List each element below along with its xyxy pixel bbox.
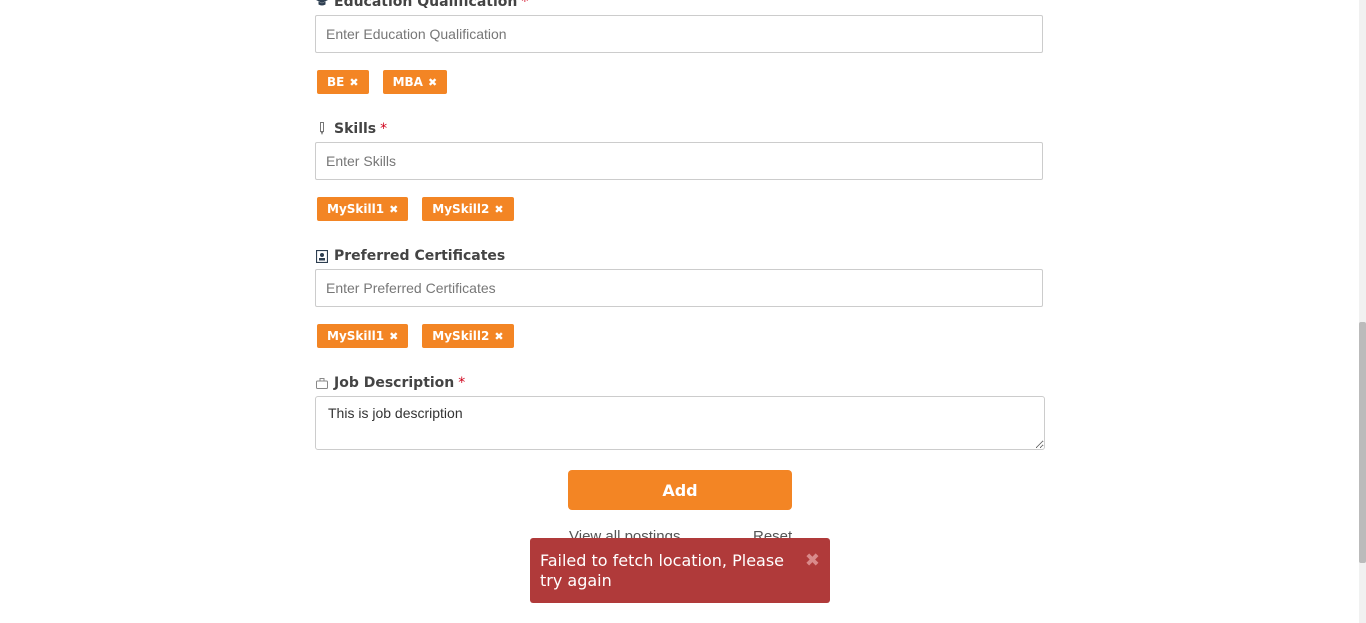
certificates-tags: MySkill1 ✖ MySkill2 ✖: [317, 324, 514, 348]
tag-chip: MySkill2 ✖: [422, 197, 514, 221]
required-marker: *: [521, 0, 529, 10]
certificates-input[interactable]: [315, 269, 1043, 307]
remove-tag-icon[interactable]: ✖: [494, 203, 503, 216]
skills-label-text: Skills: [334, 121, 377, 137]
certificates-label-text: Preferred Certificates: [334, 248, 506, 264]
close-icon[interactable]: ✖: [805, 551, 820, 571]
job-description-label: Job Description *: [315, 375, 465, 391]
skills-input[interactable]: [315, 142, 1043, 180]
remove-tag-icon[interactable]: ✖: [389, 203, 398, 216]
pencil-icon: [315, 122, 329, 136]
education-label-text: Education Qualification: [334, 0, 518, 10]
certificate-icon: [315, 249, 329, 263]
add-button[interactable]: Add: [568, 470, 792, 510]
graduation-cap-icon: [315, 0, 329, 9]
education-label: Education Qualification *: [315, 0, 528, 10]
briefcase-icon: [315, 376, 329, 390]
skills-tags: MySkill1 ✖ MySkill2 ✖: [317, 197, 514, 221]
remove-tag-icon[interactable]: ✖: [428, 76, 437, 89]
tag-chip: BE ✖: [317, 70, 369, 94]
required-marker: *: [380, 121, 388, 137]
tag-label: BE: [327, 75, 345, 89]
error-toast: Failed to fetch location, Please try aga…: [530, 538, 830, 603]
toast-message: Failed to fetch location, Please try aga…: [540, 551, 785, 590]
scrollbar-thumb[interactable]: [1359, 322, 1366, 563]
remove-tag-icon[interactable]: ✖: [349, 76, 358, 89]
required-marker: *: [458, 375, 466, 391]
education-tags: BE ✖ MBA ✖: [317, 70, 448, 94]
job-description-label-text: Job Description: [334, 375, 455, 391]
remove-tag-icon[interactable]: ✖: [494, 330, 503, 343]
tag-chip: MySkill1 ✖: [317, 324, 409, 348]
tag-chip: MBA ✖: [382, 70, 448, 94]
tag-label: MySkill1: [327, 202, 385, 216]
tag-label: MBA: [392, 75, 423, 89]
remove-tag-icon[interactable]: ✖: [389, 330, 398, 343]
tag-label: MySkill2: [432, 329, 490, 343]
education-input[interactable]: [315, 15, 1043, 53]
tag-label: MySkill1: [327, 329, 385, 343]
certificates-label: Preferred Certificates: [315, 248, 505, 264]
skills-label: Skills *: [315, 121, 387, 137]
tag-chip: MySkill2 ✖: [422, 324, 514, 348]
tag-chip: MySkill1 ✖: [317, 197, 409, 221]
tag-label: MySkill2: [432, 202, 490, 216]
job-description-textarea[interactable]: This is job description: [315, 396, 1045, 450]
